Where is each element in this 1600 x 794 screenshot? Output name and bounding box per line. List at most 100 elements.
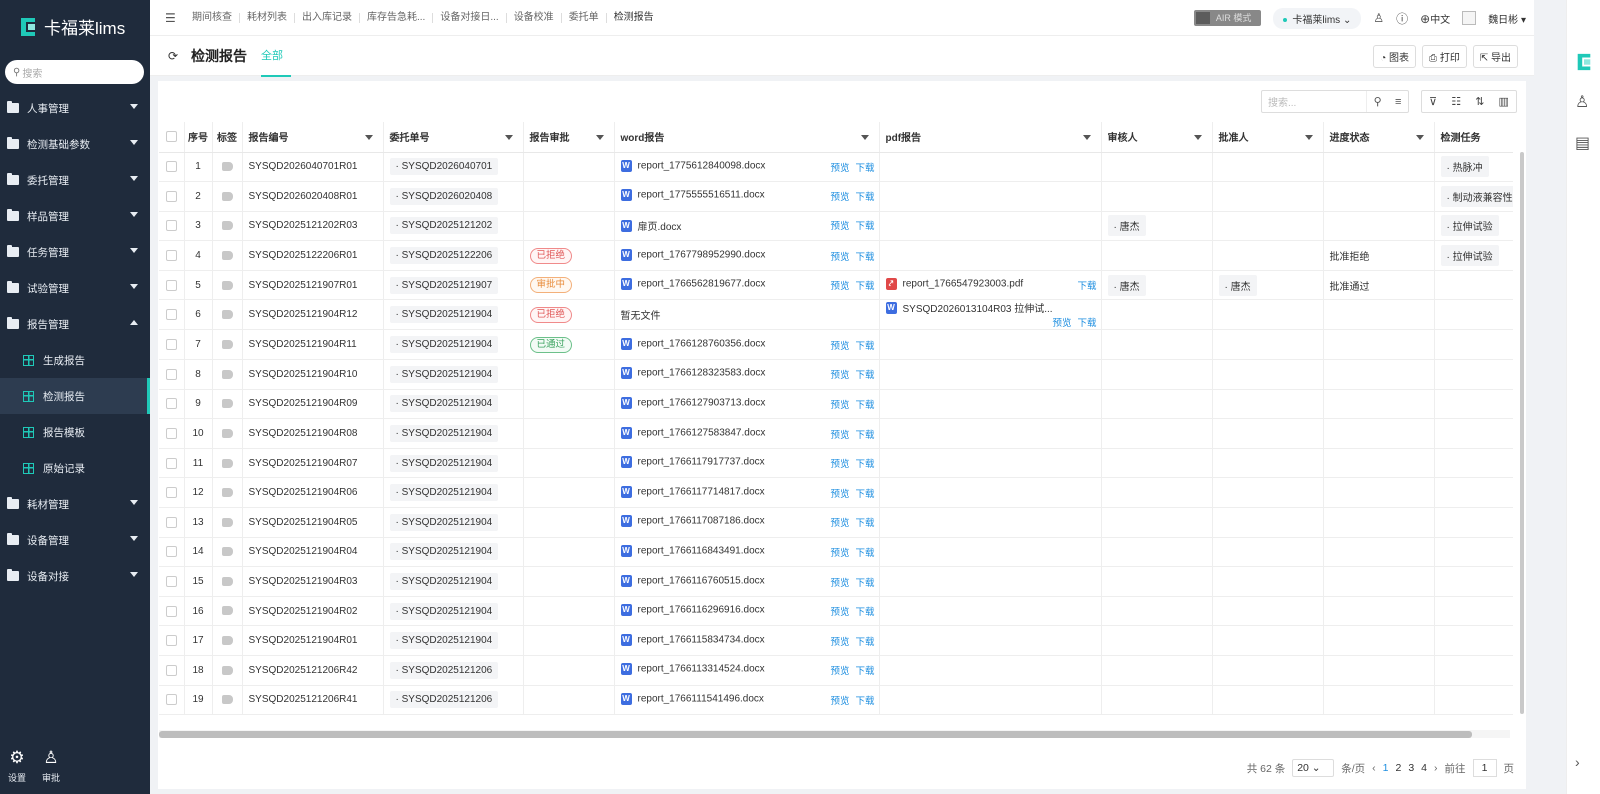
help-icon[interactable]: ⓘ: [1396, 10, 1408, 27]
submenu-item-raw-records[interactable]: 原始记录: [0, 450, 150, 486]
order-no-chip[interactable]: · SYSQD2025121907: [389, 276, 499, 294]
row-checkbox-cell[interactable]: [159, 389, 185, 420]
preview-link[interactable]: 预览: [830, 370, 849, 381]
menu-item-hr[interactable]: 人事管理: [0, 90, 150, 126]
checkbox[interactable]: [165, 694, 177, 706]
order-no-chip[interactable]: · SYSQD2025121904: [389, 602, 499, 620]
checkbox[interactable]: [165, 546, 177, 558]
tag-icon[interactable]: [221, 191, 233, 201]
print-button[interactable]: ⎙ 打印: [1422, 45, 1467, 68]
row-tag-cell[interactable]: [212, 625, 243, 656]
tag-icon[interactable]: [221, 547, 233, 557]
row-checkbox-cell[interactable]: [159, 655, 185, 686]
stamp-icon[interactable]: ♙: [1373, 11, 1384, 25]
next-page-button[interactable]: ›: [1434, 762, 1438, 774]
download-link[interactable]: 下载: [855, 666, 874, 677]
table-row[interactable]: 3 SYSQD2025121202R03 · SYSQD2025121202 W 扉页.…: [159, 211, 1513, 242]
visited-tab[interactable]: 委托单: [562, 12, 607, 23]
download-link[interactable]: 下载: [855, 578, 874, 589]
refresh-icon[interactable]: ⟳: [168, 49, 178, 63]
select-all-checkbox[interactable]: [159, 122, 185, 153]
page-button[interactable]: 3: [1408, 762, 1414, 774]
app-logo[interactable]: 卡福莱lims: [18, 14, 125, 39]
col-header-approval[interactable]: 报告审批: [523, 122, 615, 153]
tag-icon[interactable]: [221, 399, 233, 409]
vertical-scrollbar[interactable]: [1520, 152, 1524, 714]
menu-item-params[interactable]: 检测基础参数: [0, 126, 150, 162]
page-button[interactable]: 1: [1383, 762, 1389, 774]
tag-icon[interactable]: [221, 340, 233, 350]
download-link[interactable]: 下载: [855, 459, 874, 470]
preview-link[interactable]: 预览: [830, 400, 849, 411]
caret-down-icon[interactable]: [504, 135, 513, 140]
table-row[interactable]: 4 SYSQD2025122206R01 · SYSQD2025122206 已拒绝 W…: [159, 240, 1513, 271]
table-row[interactable]: 19 SYSQD2025121206R41 · SYSQD2025121206 Wre…: [159, 685, 1513, 716]
row-tag-cell[interactable]: [212, 596, 243, 627]
scrollbar-thumb[interactable]: [159, 731, 1472, 738]
row-tag-cell[interactable]: [212, 240, 243, 271]
order-no-chip[interactable]: · SYSQD2026020408: [389, 187, 499, 205]
checkbox[interactable]: [165, 220, 177, 232]
table-row[interactable]: 9 SYSQD2025121904R09 · SYSQD2025121904 Wrep…: [159, 389, 1513, 420]
col-header-approver[interactable]: 批准人: [1212, 122, 1324, 153]
preview-link[interactable]: 预览: [830, 696, 849, 707]
order-no-chip[interactable]: · SYSQD2025121904: [389, 543, 499, 561]
tag-icon[interactable]: [221, 310, 233, 320]
checkbox[interactable]: [165, 161, 177, 173]
tag-icon[interactable]: [221, 665, 233, 675]
row-checkbox-cell[interactable]: [159, 418, 185, 449]
menu-item-samples[interactable]: 样品管理: [0, 198, 150, 234]
row-checkbox-cell[interactable]: [159, 566, 185, 597]
checkbox[interactable]: [165, 427, 177, 439]
caret-down-icon[interactable]: [860, 135, 869, 140]
preview-link[interactable]: 预览: [830, 459, 849, 470]
air-mode-toggle[interactable]: AIR 模式: [1193, 10, 1262, 26]
document-icon[interactable]: ▤: [1575, 133, 1590, 153]
menu-toggle-icon[interactable]: ☰: [165, 12, 177, 24]
order-no-chip[interactable]: · SYSQD2025121206: [389, 691, 499, 709]
row-checkbox-cell[interactable]: [159, 477, 185, 509]
row-tag-cell[interactable]: [212, 448, 243, 479]
order-no-chip[interactable]: · SYSQD2025121904: [389, 365, 499, 383]
row-checkbox-cell[interactable]: [159, 270, 185, 301]
row-tag-cell[interactable]: [212, 389, 243, 420]
tag-icon[interactable]: [221, 606, 233, 616]
order-no-chip[interactable]: · SYSQD2025122206: [389, 247, 499, 265]
download-link[interactable]: 下载: [855, 221, 874, 232]
table-row[interactable]: 11 SYSQD2025121904R07 · SYSQD2025121904 Wre…: [159, 448, 1513, 479]
preview-link[interactable]: 预览: [830, 666, 849, 677]
preview-link[interactable]: 预览: [830, 607, 849, 618]
row-checkbox-cell[interactable]: [159, 152, 185, 183]
visited-tab[interactable]: 出入库记录: [295, 12, 360, 23]
menu-item-tests[interactable]: 试验管理: [0, 270, 150, 306]
tag-icon[interactable]: [221, 636, 233, 646]
table-row[interactable]: 14 SYSQD2025121904R04 · SYSQD2025121904 Wre…: [159, 537, 1513, 568]
tag-icon[interactable]: [221, 576, 233, 586]
row-tag-cell[interactable]: [212, 566, 243, 597]
tag-icon[interactable]: [221, 458, 233, 468]
caret-down-icon[interactable]: [364, 135, 373, 140]
table-row[interactable]: 6 SYSQD2025121904R12 · SYSQD2025121904 已拒绝 暂…: [159, 299, 1513, 331]
page-button[interactable]: 4: [1421, 762, 1427, 774]
download-link[interactable]: 下载: [855, 163, 874, 174]
approval-button[interactable]: ♙ 审批: [42, 749, 60, 784]
preview-link[interactable]: 预览: [830, 430, 849, 441]
chevron-right-icon[interactable]: ›: [1575, 754, 1580, 770]
table-search-input[interactable]: 搜索... ⚲ ≡: [1261, 90, 1409, 113]
checkbox[interactable]: [165, 664, 177, 676]
menu-item-orders[interactable]: 委托管理: [0, 162, 150, 198]
submenu-item-test-report[interactable]: 检测报告: [0, 378, 150, 414]
col-header-report-no[interactable]: 报告编号: [242, 122, 384, 153]
row-checkbox-cell[interactable]: [159, 596, 185, 627]
table-row[interactable]: 18 SYSQD2025121206R42 · SYSQD2025121206 Wre…: [159, 655, 1513, 686]
column-settings-icon[interactable]: ☷: [1451, 95, 1461, 108]
checkbox[interactable]: [165, 368, 177, 380]
tag-icon[interactable]: [221, 280, 233, 290]
col-header-pdf[interactable]: pdf报告: [879, 122, 1102, 153]
submenu-item-generate-report[interactable]: 生成报告: [0, 342, 150, 378]
row-checkbox-cell[interactable]: [159, 211, 185, 242]
preview-link[interactable]: 预览: [830, 221, 849, 232]
tag-icon[interactable]: [221, 695, 233, 705]
visited-tab[interactable]: 期间核查: [185, 12, 240, 23]
checkbox[interactable]: [165, 575, 177, 587]
